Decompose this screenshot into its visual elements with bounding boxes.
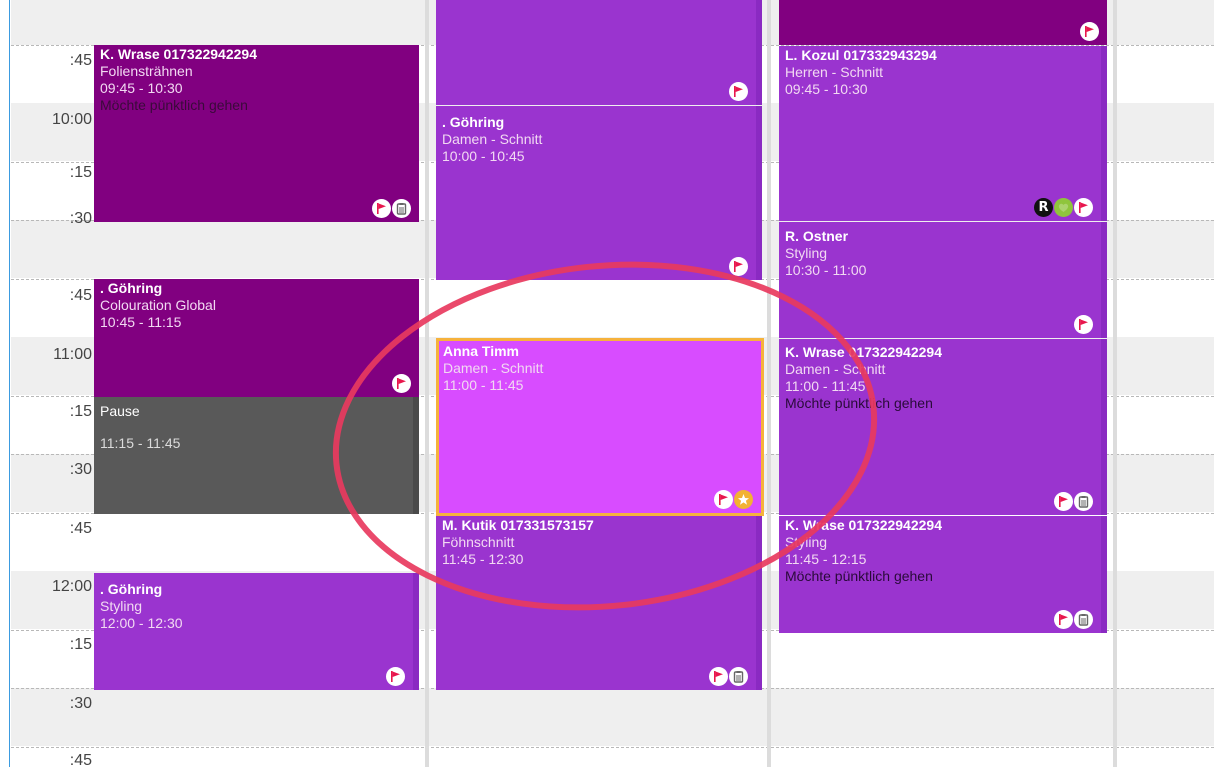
appointment-card[interactable]: M. Kutik 017331573157 Föhnschnitt 11:45 … [436, 516, 762, 690]
appointment-icons [1080, 22, 1099, 41]
appointment-name: K. Wrase 017322942294 [785, 344, 942, 360]
heart-icon[interactable] [1054, 198, 1073, 217]
appointment-icons [714, 490, 753, 509]
appointment-note: Möchte pünktlich gehen [100, 97, 248, 113]
appointment-service: Herren - Schnitt [785, 64, 884, 80]
appointment-icons [1074, 315, 1093, 334]
time-label: :45 [69, 52, 92, 69]
appointment-service: Foliensträhnen [100, 63, 193, 79]
appointment-service: Styling [100, 598, 143, 614]
appointment-card[interactable]: K. Wrase 017322942294 Styling 11:45 - 12… [779, 516, 1107, 633]
grid-line [11, 747, 1214, 748]
time-label: 11:00 [53, 346, 92, 363]
appointment-card-selected[interactable]: Anna Timm Damen - Schnitt 11:00 - 11:45 [436, 338, 764, 516]
time-label: :15 [69, 164, 92, 181]
appointment-card[interactable]: R. Ostner Styling 10:30 - 11:00 [779, 222, 1107, 338]
appointment-time: 11:00 - 11:45 [785, 378, 866, 394]
pause-label: Pause [100, 403, 140, 419]
clipboard-icon[interactable] [392, 199, 411, 218]
r-badge-icon[interactable]: R [1034, 198, 1053, 217]
appointment-name: . Göhring [442, 114, 505, 130]
appointment-note: Möchte pünktlich gehen [785, 395, 933, 411]
appointment-name: Anna Timm [443, 343, 519, 359]
time-label: :30 [69, 695, 92, 712]
appointment-card[interactable]: K. Wrase 017322942294 Foliensträhnen 09:… [94, 45, 419, 222]
appointment-icons [729, 257, 748, 276]
appointment-time: 10:45 - 11:15 [100, 314, 182, 330]
appointment-name: M. Kutik 017331573157 [442, 517, 594, 533]
appointment-note: Möchte pünktlich gehen [785, 568, 933, 584]
flag-icon[interactable] [1054, 610, 1073, 629]
appointment-icons [709, 667, 748, 686]
appointment-icons [729, 82, 748, 101]
appointment-service: Föhnschnitt [442, 534, 515, 550]
appointment-time: 11:45 - 12:30 [442, 551, 524, 567]
column-divider [425, 0, 429, 767]
flag-icon[interactable] [1054, 492, 1073, 511]
appointment-icons [372, 199, 411, 218]
time-label: :30 [69, 461, 92, 478]
column-divider [1113, 0, 1117, 767]
appointment-name: L. Kozul 017332943294 [785, 47, 937, 63]
flag-icon[interactable] [709, 667, 728, 686]
flag-icon[interactable] [392, 374, 411, 393]
appointment-icons [1054, 492, 1093, 511]
appointment-card-partial[interactable] [436, 0, 762, 105]
appointment-card[interactable]: L. Kozul 017332943294 Herren - Schnitt 0… [779, 46, 1107, 221]
appointment-icons: R [1034, 198, 1093, 217]
flag-icon[interactable] [386, 667, 405, 686]
time-label: :45 [69, 287, 92, 304]
time-label: :15 [69, 403, 92, 420]
appointment-time: 09:45 - 10:30 [785, 81, 868, 97]
appointment-service: Damen - Schnitt [443, 360, 544, 376]
appointment-name: K. Wrase 017322942294 [100, 46, 257, 62]
time-label: :15 [69, 636, 92, 653]
appointment-service: Damen - Schnitt [442, 131, 543, 147]
appointment-time: 10:30 - 11:00 [785, 262, 867, 278]
appointment-icons [386, 667, 405, 686]
appointment-card[interactable]: K. Wrase 017322942294 Damen - Schnitt 11… [779, 339, 1107, 515]
appointment-card[interactable]: . Göhring Colouration Global 10:45 - 11:… [94, 279, 419, 397]
appointment-time: 11:00 - 11:45 [443, 377, 524, 393]
appointment-icons [392, 374, 411, 393]
flag-icon[interactable] [729, 82, 748, 101]
left-border [0, 0, 10, 767]
pause-time: 11:15 - 11:45 [100, 435, 181, 451]
appointment-icons [1054, 610, 1093, 629]
flag-icon[interactable] [372, 199, 391, 218]
appointment-name: . Göhring [100, 280, 163, 296]
appointment-name: R. Ostner [785, 228, 849, 244]
time-label: 12:00 [51, 578, 92, 595]
slot-row[interactable] [11, 688, 1214, 746]
time-label: :45 [69, 520, 92, 537]
appointment-time: 09:45 - 10:30 [100, 80, 183, 96]
appointment-service: Colouration Global [100, 297, 216, 313]
time-label: :45 [69, 752, 92, 769]
appointment-card[interactable]: . Göhring Styling 12:00 - 12:30 [94, 573, 419, 690]
time-label: :30 [69, 210, 92, 227]
star-icon[interactable] [734, 490, 753, 509]
appointment-service: Styling [785, 245, 828, 261]
clipboard-icon[interactable] [1074, 610, 1093, 629]
flag-icon[interactable] [1080, 22, 1099, 41]
appointment-name: K. Wrase 017322942294 [785, 517, 942, 533]
pause-block[interactable]: Pause 11:15 - 11:45 [94, 397, 419, 514]
appointment-time: 12:00 - 12:30 [100, 615, 183, 631]
flag-icon[interactable] [729, 257, 748, 276]
appointment-service: Styling [785, 534, 828, 550]
appointment-card-partial[interactable] [779, 0, 1107, 45]
flag-icon[interactable] [1074, 198, 1093, 217]
clipboard-icon[interactable] [729, 667, 748, 686]
flag-icon[interactable] [714, 490, 733, 509]
appointment-time: 11:45 - 12:15 [785, 551, 867, 567]
appointment-card[interactable]: . Göhring Damen - Schnitt 10:00 - 10:45 [436, 106, 762, 280]
appointment-service: Damen - Schnitt [785, 361, 886, 377]
flag-icon[interactable] [1074, 315, 1093, 334]
appointment-name: . Göhring [100, 581, 163, 597]
appointment-time: 10:00 - 10:45 [442, 148, 525, 164]
time-label: 10:00 [51, 111, 92, 128]
column-divider [767, 0, 771, 767]
clipboard-icon[interactable] [1074, 492, 1093, 511]
